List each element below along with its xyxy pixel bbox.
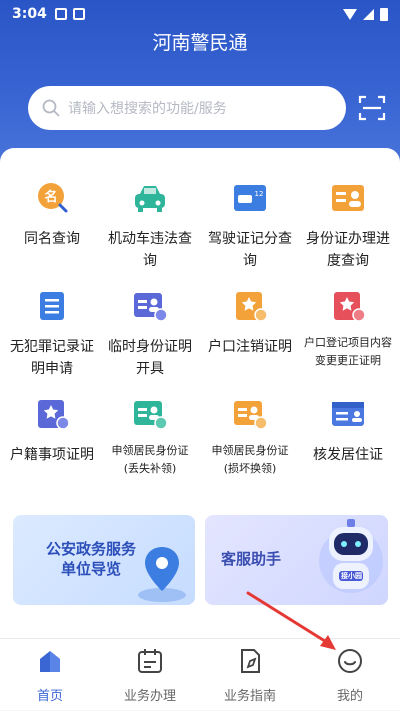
id-card-icon <box>330 182 366 214</box>
service-id-reissue[interactable]: 申领居民身份证(丢失补领) <box>102 398 198 478</box>
service-label: 驾驶证记分查询 <box>208 231 292 269</box>
service-household-change[interactable]: 户口登记项目内容变更更正证明 <box>300 290 396 370</box>
temp-id-icon <box>132 290 168 322</box>
tab-profile[interactable]: 我的 <box>300 639 400 711</box>
battery-icon <box>380 7 388 21</box>
signal-icon <box>363 8 374 20</box>
app-title: 河南警民通 <box>152 32 248 54</box>
search-icon <box>42 99 60 117</box>
robot-badge: 接小园 <box>341 572 362 580</box>
household-cancel-icon <box>232 290 268 322</box>
service-residence-permit[interactable]: 核发居住证 <box>300 398 396 466</box>
service-label: 申领居民身份证(丢失补领) <box>111 444 189 475</box>
tab-home[interactable]: 首页 <box>0 639 100 711</box>
tab-business[interactable]: 业务办理 <box>100 639 200 711</box>
car-icon <box>132 182 168 214</box>
service-label: 户口登记项目内容变更更正证明 <box>304 336 392 367</box>
id-replace-icon <box>232 398 268 430</box>
bottom-tab-bar: 首页 业务办理 业务指南 我的 <box>0 638 400 710</box>
search-input[interactable]: 请输入想搜索的功能/服务 <box>28 86 346 130</box>
service-label: 身份证办理进度查询 <box>306 231 390 269</box>
service-id-progress[interactable]: 身份证办理进度查询 <box>300 182 396 272</box>
service-license-points[interactable]: 12 驾驶证记分查询 <box>202 182 298 272</box>
banner-right-title: 客服助手 <box>221 550 282 568</box>
license-card-icon: 12 <box>232 182 268 214</box>
household-register-icon <box>34 398 70 430</box>
status-time: 3:04 <box>12 6 47 22</box>
document-icon <box>34 290 70 322</box>
scan-icon[interactable] <box>358 94 386 122</box>
police-service-guide-banner[interactable]: 公安政务服务 单位导览 <box>13 515 195 605</box>
location-pin-icon <box>138 547 186 602</box>
robot-assistant-icon <box>319 519 383 593</box>
service-temp-id[interactable]: 临时身份证明开具 <box>102 290 198 380</box>
service-label: 同名查询 <box>24 231 80 247</box>
residence-permit-icon <box>330 398 366 430</box>
service-label: 临时身份证明开具 <box>108 339 192 377</box>
tab-label: 业务指南 <box>223 689 276 704</box>
service-no-crime-certificate[interactable]: 无犯罪记录证明申请 <box>4 290 100 380</box>
service-label: 户口注销证明 <box>208 339 292 355</box>
calendar-icon <box>136 647 164 675</box>
name-search-icon: 名 <box>34 182 70 214</box>
profile-icon <box>336 647 364 675</box>
service-household-cancel[interactable]: 户口注销证明 <box>202 290 298 358</box>
service-label: 机动车违法查询 <box>108 231 192 269</box>
tab-label: 业务办理 <box>123 689 176 704</box>
service-household-register[interactable]: 户籍事项证明 <box>4 398 100 466</box>
id-reissue-icon <box>132 398 168 430</box>
status-bar: 3:04 <box>0 0 400 28</box>
svg-text:12: 12 <box>255 190 264 198</box>
gallery-notification-icon <box>54 8 67 20</box>
banner-left-title: 公安政务服务 单位导览 <box>45 540 136 578</box>
wifi-icon <box>343 8 357 20</box>
search-placeholder: 请输入想搜索的功能/服务 <box>68 101 227 117</box>
service-label: 核发居住证 <box>313 447 383 463</box>
svg-text:名: 名 <box>44 189 57 205</box>
app-notification-icon <box>72 8 85 20</box>
guide-icon <box>236 647 264 675</box>
service-same-name-query[interactable]: 名 同名查询 <box>4 182 100 250</box>
service-label: 申领居民身份证(损坏换领) <box>211 444 289 475</box>
tab-guide[interactable]: 业务指南 <box>200 639 300 711</box>
home-icon <box>36 647 64 675</box>
service-id-replace[interactable]: 申领居民身份证(损坏换领) <box>202 398 298 478</box>
tab-label: 首页 <box>36 689 63 704</box>
household-change-icon <box>330 290 366 322</box>
service-vehicle-violation[interactable]: 机动车违法查询 <box>102 182 198 272</box>
service-label: 无犯罪记录证明申请 <box>10 339 94 377</box>
customer-service-banner[interactable]: 客服助手 接小园 <box>205 515 388 605</box>
service-label: 户籍事项证明 <box>10 447 94 463</box>
tab-label: 我的 <box>336 689 363 704</box>
